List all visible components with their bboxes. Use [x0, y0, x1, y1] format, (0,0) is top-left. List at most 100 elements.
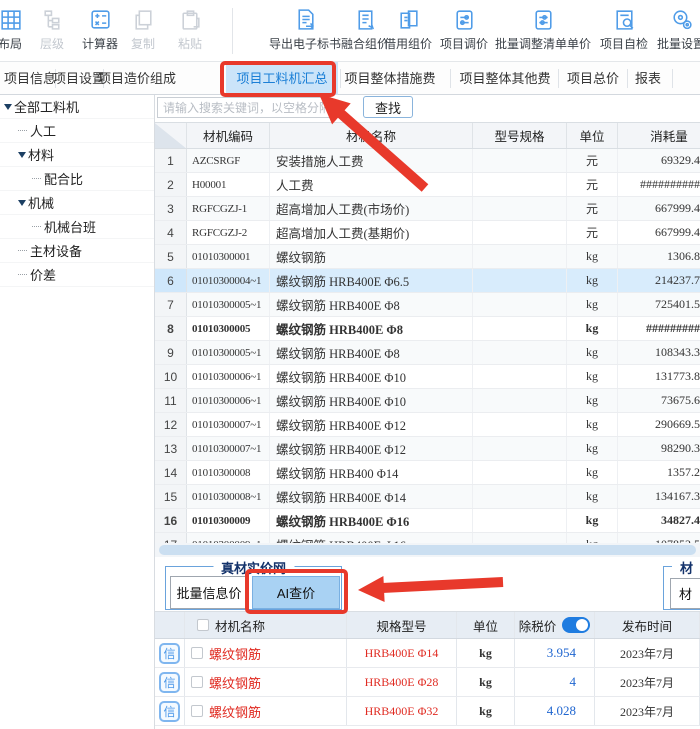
tree-item[interactable]: 材料 — [0, 143, 154, 167]
price-cell[interactable]: 4.028 — [515, 697, 595, 725]
row-checkbox[interactable] — [191, 647, 203, 659]
tree-item[interactable]: 机械 — [0, 191, 154, 215]
table-row[interactable]: 14 01010300008 螺纹钢筋 HRB400 Φ14 kg 1357.2… — [155, 461, 700, 485]
table-row[interactable]: 16 01010300009 螺纹钢筋 HRB400E Φ16 kg 34827… — [155, 509, 700, 533]
col-header-name[interactable]: 材机名称 — [270, 123, 473, 148]
qty-cell: 98290.32 — [618, 437, 700, 460]
tab-project-material-summary[interactable]: 项目工料机汇总 — [226, 62, 338, 95]
select-all-checkbox[interactable] — [197, 619, 209, 631]
horizontal-scrollbar-track[interactable] — [155, 543, 700, 557]
name-cell: 螺纹钢筋 HRB400E Φ12 — [270, 437, 473, 460]
table-row[interactable]: 6 01010300004~1 螺纹钢筋 HRB400E Φ6.5 kg 214… — [155, 269, 700, 293]
table-row[interactable]: 1 AZCSRGF 安装措施人工费 元 69329.47 — [155, 149, 700, 173]
paste-button[interactable]: 粘贴 — [170, 7, 210, 52]
col-header-code[interactable]: 材机编码 — [187, 123, 270, 148]
col-header-unit[interactable]: 单位 — [567, 123, 618, 148]
toolbar-label: 批量调整清单单价 — [495, 35, 591, 52]
price-cell[interactable]: 3.954 — [515, 639, 595, 667]
price-table-header: 材机名称 规格型号 单位 除税价 发布时间 — [155, 611, 700, 639]
merge-pricing-icon — [353, 7, 378, 32]
table-row[interactable]: 15 01010300008~1 螺纹钢筋 HRB400E Φ14 kg 134… — [155, 485, 700, 509]
copy-button[interactable]: 复制 — [123, 7, 163, 52]
info-badge-icon[interactable]: 信 — [159, 643, 180, 664]
qty-cell: 107852.55 — [618, 533, 700, 543]
spec-cell — [473, 413, 567, 436]
code-cell: 01010300007~1 — [187, 413, 270, 436]
horizontal-scrollbar-thumb[interactable] — [159, 545, 696, 555]
row-number-cell: 6 — [155, 269, 187, 292]
row-number-cell: 3 — [155, 197, 187, 220]
batch-info-price-tab[interactable]: 批量信息价 — [170, 576, 248, 609]
table-row[interactable]: 3 RGFCGZJ-1 超高增加人工费(市场价) 元 667999.47 — [155, 197, 700, 221]
batch-adjust-price-button[interactable]: 批量调整清单单价 — [490, 7, 596, 52]
spec-cell — [473, 293, 567, 316]
table-row[interactable]: 8 01010300005 螺纹钢筋 HRB400E Φ8 kg #######… — [155, 317, 700, 341]
table-row[interactable]: 12 01010300007~1 螺纹钢筋 HRB400E Φ12 kg 290… — [155, 413, 700, 437]
tree-expand-icon[interactable] — [18, 152, 26, 158]
table-row[interactable]: 9 01010300005~1 螺纹钢筋 HRB400E Φ8 kg 10834… — [155, 341, 700, 365]
project-price-adjust-button[interactable]: 项目调价 — [432, 7, 496, 52]
tree-item-label: 机械台班 — [44, 217, 96, 236]
tab-project-overall-other[interactable]: 项目整体其他费 — [455, 62, 555, 95]
calculator-button[interactable]: 计算器 — [74, 7, 126, 52]
name-cell: 人工费 — [270, 173, 473, 196]
find-button[interactable]: 查找 — [363, 96, 413, 118]
tab-project-overall-measures[interactable]: 项目整体措施费 — [340, 62, 440, 95]
toolbar-label: 计算器 — [82, 35, 118, 52]
table-row[interactable]: 2 H00001 人工费 元 ########### — [155, 173, 700, 197]
col-header-date: 发布时间 — [595, 612, 700, 638]
price-table-row[interactable]: 信 螺纹钢筋 HRB400E Φ28 kg 4 2023年7月 — [155, 668, 700, 697]
borrow-pricing-button[interactable]: 借用组价 — [376, 7, 440, 52]
tree-expand-icon[interactable] — [4, 104, 12, 110]
price-cell[interactable]: 4 — [515, 668, 595, 696]
tree-expand-icon[interactable] — [18, 130, 27, 131]
right-clipped-tab[interactable]: 材 — [670, 578, 700, 609]
info-badge-icon[interactable]: 信 — [159, 672, 180, 693]
tax-excluded-toggle[interactable] — [562, 617, 590, 633]
row-number-cell: 12 — [155, 413, 187, 436]
tree-expand-icon[interactable] — [32, 226, 41, 227]
tree-expand-icon[interactable] — [32, 178, 41, 179]
price-table-row[interactable]: 信 螺纹钢筋 HRB400E Φ14 kg 3.954 2023年7月 — [155, 639, 700, 668]
table-row[interactable]: 11 01010300006~1 螺纹钢筋 HRB400E Φ10 kg 736… — [155, 389, 700, 413]
table-row[interactable]: 4 RGFCGZJ-2 超高增加人工费(基期价) 元 667999.47 — [155, 221, 700, 245]
tree-item[interactable]: 全部工料机 — [0, 95, 154, 119]
table-row[interactable]: 10 01010300006~1 螺纹钢筋 HRB400E Φ10 kg 131… — [155, 365, 700, 389]
tree-item[interactable]: 机械台班 — [0, 215, 154, 239]
spec-cell — [473, 173, 567, 196]
hierarchy-button[interactable]: 层级 — [32, 7, 72, 52]
tree-expand-icon[interactable] — [18, 200, 26, 206]
tree-item[interactable]: 人工 — [0, 119, 154, 143]
col-header-price: 除税价 — [515, 612, 595, 638]
table-row[interactable]: 7 01010300005~1 螺纹钢筋 HRB400E Φ8 kg 72540… — [155, 293, 700, 317]
toolbar-label: 借用组价 — [384, 35, 432, 52]
batch-settings-button[interactable]: 批量设置 — [649, 7, 700, 52]
tree-item[interactable]: 配合比 — [0, 167, 154, 191]
ai-price-query-tab[interactable]: AI查价 — [252, 576, 340, 609]
row-checkbox[interactable] — [191, 676, 203, 688]
code-cell: 01010300007~1 — [187, 437, 270, 460]
row-checkbox[interactable] — [191, 705, 203, 717]
tree-item[interactable]: 价差 — [0, 263, 154, 287]
table-row[interactable]: 5 01010300001 螺纹钢筋 kg 1306.83 — [155, 245, 700, 269]
table-row[interactable]: 17 01010300009~1 螺纹钢筋 HRB400E Φ16 kg 107… — [155, 533, 700, 543]
material-name: 螺纹钢筋 — [209, 644, 261, 663]
unit-cell: kg — [567, 245, 618, 268]
col-header-qty[interactable]: 消耗量 — [618, 123, 700, 148]
table-row[interactable]: 13 01010300007~1 螺纹钢筋 HRB400E Φ12 kg 982… — [155, 437, 700, 461]
row-number-cell: 14 — [155, 461, 187, 484]
unit-cell: kg — [567, 437, 618, 460]
info-badge-icon[interactable]: 信 — [159, 701, 180, 722]
search-input[interactable] — [157, 97, 331, 118]
tree-expand-icon[interactable] — [18, 250, 27, 251]
select-all-corner-cell[interactable] — [155, 123, 187, 148]
layout-button[interactable]: 布局 — [0, 7, 30, 52]
tab-project-total[interactable]: 项目总价 — [563, 62, 623, 95]
tab-reports[interactable]: 报表 — [628, 62, 668, 95]
tree-item[interactable]: 主材设备 — [0, 239, 154, 263]
price-table-row[interactable]: 信 螺纹钢筋 HRB400E Φ32 kg 4.028 2023年7月 — [155, 697, 700, 726]
col-header-spec[interactable]: 型号规格 — [473, 123, 567, 148]
tab-project-cost-composition[interactable]: 项目造价组成 — [89, 62, 185, 95]
tree-expand-icon[interactable] — [18, 274, 27, 275]
project-self-check-button[interactable]: 项目自检 — [592, 7, 656, 52]
